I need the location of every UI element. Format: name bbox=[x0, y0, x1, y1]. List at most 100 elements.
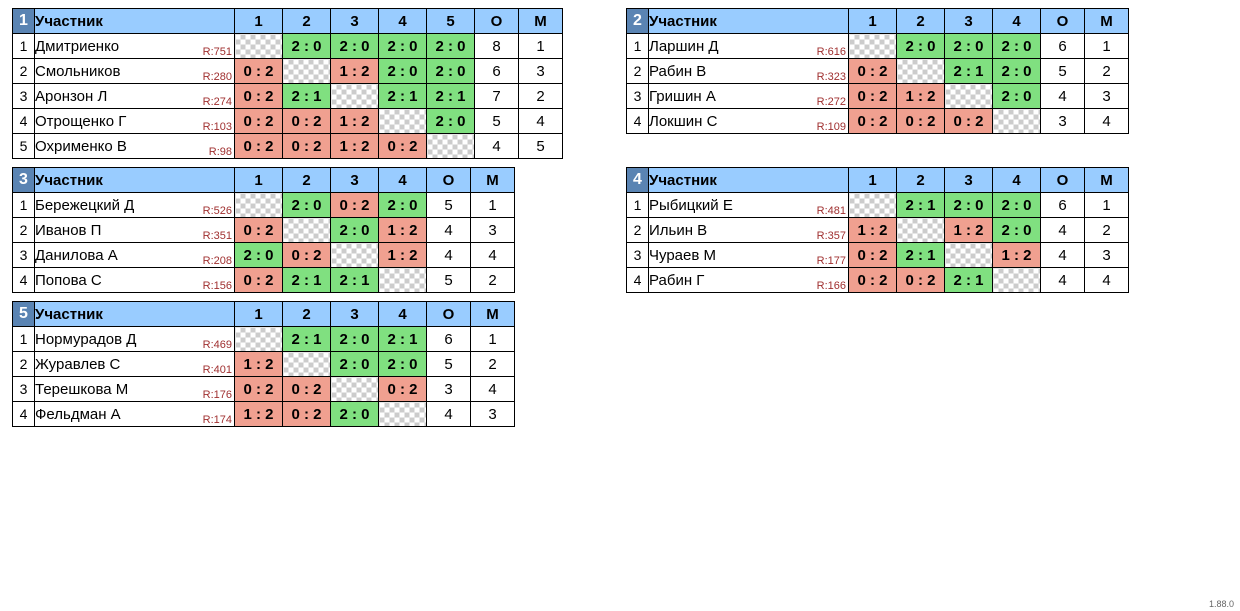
row-number: 2 bbox=[627, 218, 649, 243]
participant-rating: R:274 bbox=[201, 96, 232, 108]
score-cell: 0 : 2 bbox=[379, 377, 427, 402]
table-row: 1Рыбицкий ЕR:4812 : 12 : 02 : 061 bbox=[627, 193, 1129, 218]
score-cell: 0 : 2 bbox=[283, 377, 331, 402]
table-row: 1Нормурадов ДR:4692 : 12 : 02 : 161 bbox=[13, 327, 515, 352]
col-round: 2 bbox=[897, 168, 945, 193]
diagonal-cell bbox=[993, 268, 1041, 293]
participant-rating: R:174 bbox=[201, 414, 232, 426]
score-cell: 2 : 0 bbox=[993, 193, 1041, 218]
participant-cell: Бережецкий ДR:526 bbox=[35, 193, 235, 218]
participant-rating: R:156 bbox=[201, 280, 232, 292]
score-cell: 1 : 2 bbox=[897, 84, 945, 109]
score-cell: 0 : 2 bbox=[235, 59, 283, 84]
points-cell: 5 bbox=[475, 109, 519, 134]
score-cell: 2 : 1 bbox=[897, 243, 945, 268]
col-place: М bbox=[471, 302, 515, 327]
score-cell: 0 : 2 bbox=[331, 193, 379, 218]
place-cell: 4 bbox=[1085, 268, 1129, 293]
row-number: 1 bbox=[13, 193, 35, 218]
col-points: О bbox=[427, 168, 471, 193]
score-cell: 1 : 2 bbox=[235, 402, 283, 427]
diagonal-cell bbox=[849, 193, 897, 218]
place-cell: 1 bbox=[1085, 34, 1129, 59]
participant-rating: R:357 bbox=[815, 230, 846, 242]
participant-rating: R:109 bbox=[815, 121, 846, 133]
col-round: 1 bbox=[235, 302, 283, 327]
diagonal-cell bbox=[331, 243, 379, 268]
table-row: 1Дмитриенко R:7512 : 02 : 02 : 02 : 081 bbox=[13, 34, 563, 59]
diagonal-cell bbox=[283, 218, 331, 243]
group-table: 2Участник1234ОМ1Ларшин ДR:6162 : 02 : 02… bbox=[620, 4, 1234, 163]
diagonal-cell bbox=[235, 34, 283, 59]
participant-cell: Чураев МR:177 bbox=[649, 243, 849, 268]
group-number: 4 bbox=[627, 168, 649, 193]
col-points: О bbox=[1041, 9, 1085, 34]
col-round: 4 bbox=[379, 302, 427, 327]
score-cell: 2 : 0 bbox=[427, 59, 475, 84]
participant-rating: R:616 bbox=[815, 46, 846, 58]
score-cell: 2 : 0 bbox=[427, 34, 475, 59]
score-cell: 2 : 1 bbox=[427, 84, 475, 109]
points-cell: 4 bbox=[475, 134, 519, 159]
score-cell: 2 : 0 bbox=[993, 84, 1041, 109]
points-cell: 4 bbox=[427, 218, 471, 243]
row-number: 2 bbox=[13, 218, 35, 243]
score-cell: 0 : 2 bbox=[849, 109, 897, 134]
participant-rating: R:176 bbox=[201, 389, 232, 401]
participant-cell: Попова СR:156 bbox=[35, 268, 235, 293]
group-table: 4Участник1234ОМ1Рыбицкий ЕR:4812 : 12 : … bbox=[620, 163, 1234, 297]
row-number: 3 bbox=[13, 377, 35, 402]
participant-cell: Рабин ГR:166 bbox=[649, 268, 849, 293]
diagonal-cell bbox=[283, 352, 331, 377]
place-cell: 3 bbox=[471, 402, 515, 427]
diagonal-cell bbox=[849, 34, 897, 59]
score-cell: 2 : 1 bbox=[379, 84, 427, 109]
table-row: 4Попова СR:1560 : 22 : 12 : 152 bbox=[13, 268, 515, 293]
score-cell: 0 : 2 bbox=[849, 59, 897, 84]
row-number: 4 bbox=[13, 402, 35, 427]
score-cell: 2 : 1 bbox=[897, 193, 945, 218]
score-cell: 0 : 2 bbox=[945, 109, 993, 134]
score-cell: 1 : 2 bbox=[945, 218, 993, 243]
group-table: 5Участник1234ОМ1Нормурадов ДR:4692 : 12 … bbox=[6, 297, 620, 431]
table-row: 2Смольников R:2800 : 21 : 22 : 02 : 063 bbox=[13, 59, 563, 84]
score-cell: 0 : 2 bbox=[897, 268, 945, 293]
participant-cell: Дмитриенко R:751 bbox=[35, 34, 235, 59]
points-cell: 6 bbox=[1041, 34, 1085, 59]
row-number: 4 bbox=[627, 268, 649, 293]
row-number: 1 bbox=[13, 327, 35, 352]
participant-rating: R:166 bbox=[815, 280, 846, 292]
participant-name: Охрименко В bbox=[35, 138, 234, 155]
score-cell: 2 : 0 bbox=[993, 34, 1041, 59]
place-cell: 3 bbox=[1085, 243, 1129, 268]
score-cell: 2 : 1 bbox=[945, 268, 993, 293]
row-number: 2 bbox=[627, 59, 649, 84]
place-cell: 3 bbox=[471, 218, 515, 243]
row-number: 4 bbox=[627, 109, 649, 134]
place-cell: 3 bbox=[519, 59, 563, 84]
participant-cell: Локшин СR:109 bbox=[649, 109, 849, 134]
participant-rating: R:280 bbox=[201, 71, 232, 83]
points-cell: 4 bbox=[1041, 243, 1085, 268]
score-cell: 2 : 0 bbox=[331, 218, 379, 243]
points-cell: 3 bbox=[427, 377, 471, 402]
participant-cell: Гришин АR:272 bbox=[649, 84, 849, 109]
score-cell: 2 : 0 bbox=[945, 193, 993, 218]
participant-cell: Терешкова МR:176 bbox=[35, 377, 235, 402]
table-row: 4Рабин ГR:1660 : 20 : 22 : 144 bbox=[627, 268, 1129, 293]
score-cell: 2 : 1 bbox=[283, 327, 331, 352]
place-cell: 2 bbox=[1085, 218, 1129, 243]
row-number: 1 bbox=[13, 34, 35, 59]
diagonal-cell bbox=[897, 218, 945, 243]
col-round: 3 bbox=[331, 302, 379, 327]
participant-cell: Рыбицкий ЕR:481 bbox=[649, 193, 849, 218]
score-cell: 0 : 2 bbox=[849, 268, 897, 293]
participant-rating: R:481 bbox=[815, 205, 846, 217]
score-cell: 2 : 1 bbox=[283, 84, 331, 109]
participant-rating: R:526 bbox=[201, 205, 232, 217]
table-row: 2Журавлев СR:4011 : 22 : 02 : 052 bbox=[13, 352, 515, 377]
diagonal-cell bbox=[897, 59, 945, 84]
score-cell: 1 : 2 bbox=[993, 243, 1041, 268]
col-round: 2 bbox=[283, 9, 331, 34]
score-cell: 2 : 0 bbox=[427, 109, 475, 134]
